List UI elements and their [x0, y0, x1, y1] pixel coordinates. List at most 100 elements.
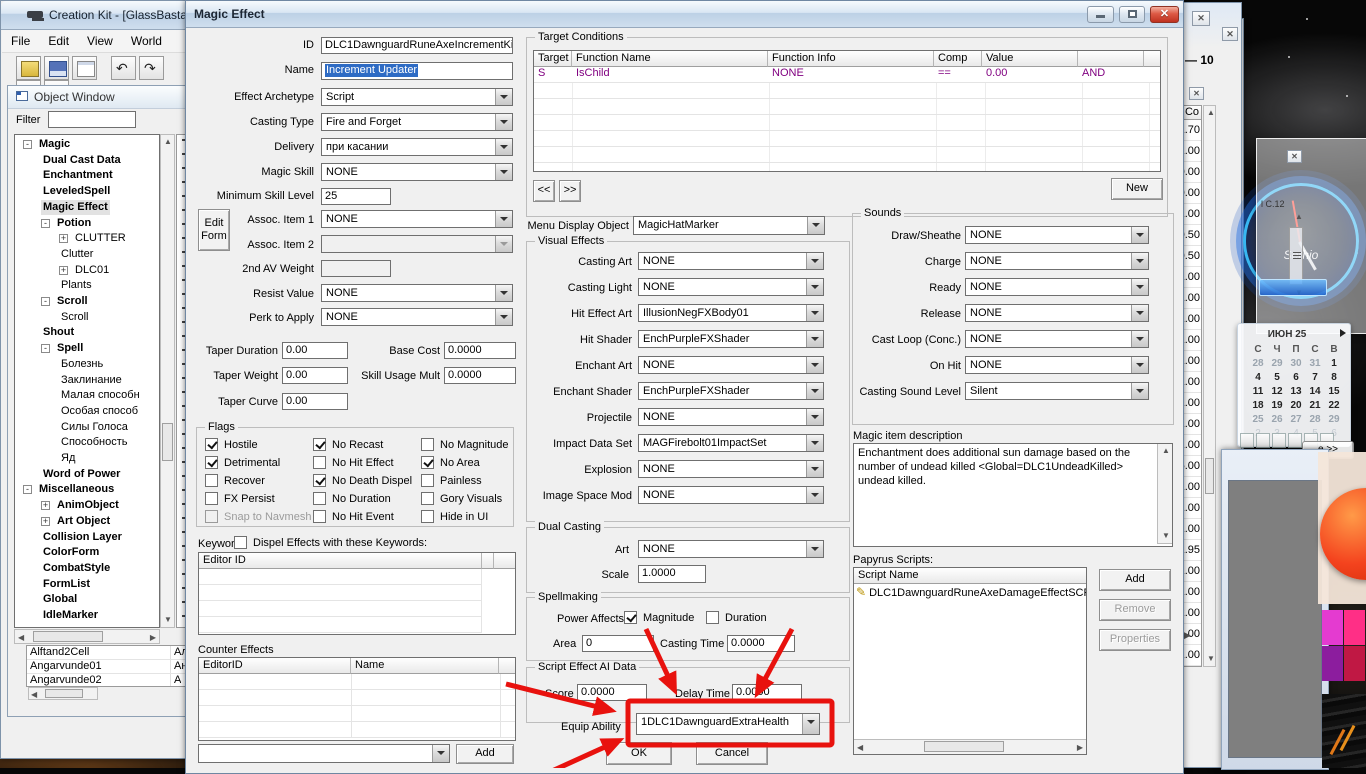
power-magnitude-checkbox[interactable]	[624, 611, 637, 624]
tree-item-spell[interactable]: -Spell	[15, 341, 159, 356]
tree-item-болезнь[interactable]: Болезнь	[15, 357, 159, 372]
tree-item-clutter[interactable]: +CLUTTER	[15, 231, 159, 246]
ve-impact-data-set-combo[interactable]: MAGFirebolt01ImpactSet	[638, 434, 824, 452]
panel-close-icon[interactable]: ✕	[1287, 150, 1302, 163]
scroll-down-icon[interactable]: ▼	[1207, 655, 1215, 663]
perk-to-apply-combo[interactable]: NONE	[321, 308, 513, 326]
chevron-down-icon[interactable]	[806, 409, 823, 425]
chevron-down-icon[interactable]	[806, 305, 823, 321]
chevron-down-icon[interactable]	[806, 435, 823, 451]
filter-input[interactable]	[48, 111, 136, 128]
conditions-col-blank[interactable]	[1078, 51, 1144, 67]
tree-item-способность[interactable]: Способность	[15, 435, 159, 450]
tree-hscrollbar[interactable]: ◀ ▶	[14, 629, 160, 644]
list-item[interactable]: Angarvunde01Ан	[27, 660, 191, 674]
power-duration-checkbox[interactable]	[706, 611, 719, 624]
object-window-titlebar[interactable]: Object Window	[8, 86, 190, 109]
dialog-titlebar[interactable]: Magic Effect ✕	[186, 1, 1183, 28]
flag-no-duration-checkbox[interactable]	[313, 492, 326, 505]
magic-item-description-box[interactable]: Enchantment does additional sun damage b…	[853, 443, 1173, 547]
open-icon[interactable]	[16, 56, 41, 80]
sound-draw-sheathe-combo[interactable]: NONE	[965, 226, 1149, 244]
chevron-down-icon[interactable]	[432, 745, 449, 762]
casting-type-combo[interactable]: Fire and Forget	[321, 113, 513, 131]
chevron-down-icon[interactable]	[806, 253, 823, 269]
calendar-date-cell[interactable]: 12	[1269, 386, 1285, 397]
conditions-next-button[interactable]: >>	[559, 180, 581, 202]
chevron-down-icon[interactable]	[806, 383, 823, 399]
chevron-down-icon[interactable]	[495, 236, 512, 252]
tree-item-animobject[interactable]: +AnimObject	[15, 498, 159, 513]
chevron-down-icon[interactable]	[495, 309, 512, 325]
effect-archetype-combo[interactable]: Script	[321, 88, 513, 106]
calendar-date-cell[interactable]: 21	[1307, 400, 1323, 411]
chevron-down-icon[interactable]	[807, 217, 824, 234]
creation-kit-titlebar[interactable]: Creation Kit - [GlassBastard.e	[1, 1, 191, 30]
flag-no-death-dispel-checkbox[interactable]	[313, 474, 326, 487]
collapse-icon[interactable]: -	[41, 297, 50, 306]
close-button[interactable]: ✕	[1150, 6, 1179, 23]
tree-item-силы-голоса[interactable]: Силы Голоса	[15, 420, 159, 435]
second-av-weight-input[interactable]	[321, 260, 391, 277]
glass-bar[interactable]	[1259, 279, 1327, 296]
ve-enchant-shader-combo[interactable]: EnchPurpleFXShader	[638, 382, 824, 400]
chevron-down-icon[interactable]	[495, 285, 512, 301]
delay-time-input[interactable]: 0.0000	[732, 684, 802, 701]
keywords-list[interactable]: Editor ID	[198, 552, 516, 635]
minimum-skill-level-input[interactable]: 25	[321, 188, 391, 205]
mini-button[interactable]	[1272, 433, 1286, 448]
scroll-right-icon[interactable]: ▶	[1184, 631, 1191, 639]
conditions-table[interactable]: TargetFunction NameFunction InfoCompValu…	[533, 50, 1161, 172]
tree-item-dlc01[interactable]: +DLC01	[15, 263, 159, 278]
calendar-date-cell[interactable]: 8	[1326, 372, 1342, 383]
chevron-down-icon[interactable]	[806, 357, 823, 373]
menu-file[interactable]: File	[2, 30, 39, 52]
tree-item-magic[interactable]: -Magic	[15, 137, 159, 152]
condition-row[interactable]: SIsChildNONE==0.00AND	[534, 67, 1160, 83]
scroll-up-icon[interactable]: ▲	[1295, 213, 1303, 221]
casting-time-input[interactable]: 0.0000	[727, 635, 795, 652]
papyrus-hscrollbar[interactable]: ◀▶	[854, 739, 1086, 754]
dual-scale-input[interactable]: 1.0000	[638, 565, 706, 583]
dual-art-combo[interactable]: NONE	[638, 540, 824, 558]
ve-casting-light-combo[interactable]: NONE	[638, 278, 824, 296]
ve-enchant-art-combo[interactable]: NONE	[638, 356, 824, 374]
calendar-date-cell[interactable]: 22	[1326, 400, 1342, 411]
tree-item-idlemarker[interactable]: IdleMarker	[15, 608, 159, 623]
redo-icon[interactable]: ↷	[139, 56, 164, 80]
flag-hostile-checkbox[interactable]	[205, 438, 218, 451]
counter-effect-combo[interactable]	[198, 744, 450, 763]
tree-item-scroll[interactable]: -Scroll	[15, 294, 159, 309]
ok-button[interactable]: OK	[606, 742, 672, 765]
tree-vscrollbar[interactable]: ▲ ▼	[160, 134, 175, 628]
conditions-prev-button[interactable]: <<	[533, 180, 555, 202]
tree-item-яд[interactable]: Яд	[15, 451, 159, 466]
flag-no-hit-event-checkbox[interactable]	[313, 510, 326, 523]
chevron-down-icon[interactable]	[806, 279, 823, 295]
calendar-date-cell[interactable]: 26	[1269, 414, 1285, 425]
skill-usage-mult-input[interactable]: 0.0000	[444, 367, 516, 384]
chevron-down-icon[interactable]	[1131, 331, 1148, 347]
chevron-down-icon[interactable]	[495, 164, 512, 180]
tree-item-word-of-power[interactable]: Word of Power	[15, 467, 159, 482]
list-item[interactable]: Angarvunde02А	[27, 674, 191, 687]
chevron-down-icon[interactable]	[806, 461, 823, 477]
calendar-date-cell[interactable]: 13	[1288, 386, 1304, 397]
taper-duration-input[interactable]: 0.00	[282, 342, 348, 359]
bg-window-close-icon[interactable]: ✕	[1222, 27, 1238, 41]
tree-item-clutter[interactable]: Clutter	[15, 247, 159, 262]
calendar-date-cell[interactable]: 25	[1250, 414, 1266, 425]
tree-item-collision-layer[interactable]: Collision Layer	[15, 530, 159, 545]
sound-release-combo[interactable]: NONE	[965, 304, 1149, 322]
tree-item-combatstyle[interactable]: CombatStyle	[15, 561, 159, 576]
menu-display-object-combo[interactable]: MagicHatMarker	[633, 216, 825, 235]
sound-casting-sound-level-combo[interactable]: Silent	[965, 382, 1149, 400]
tree-item-colorform[interactable]: ColorForm	[15, 545, 159, 560]
description-vscrollbar[interactable]: ▲▼	[1157, 444, 1172, 544]
expand-icon[interactable]: +	[41, 517, 50, 526]
tree-item-особая-способ[interactable]: Особая способ	[15, 404, 159, 419]
sound-cast-loop-conc--combo[interactable]: NONE	[965, 330, 1149, 348]
tree-item-заклинание[interactable]: Заклинание	[15, 373, 159, 388]
chevron-down-icon[interactable]	[495, 211, 512, 227]
name-input[interactable]: Increment Updater	[321, 62, 513, 80]
